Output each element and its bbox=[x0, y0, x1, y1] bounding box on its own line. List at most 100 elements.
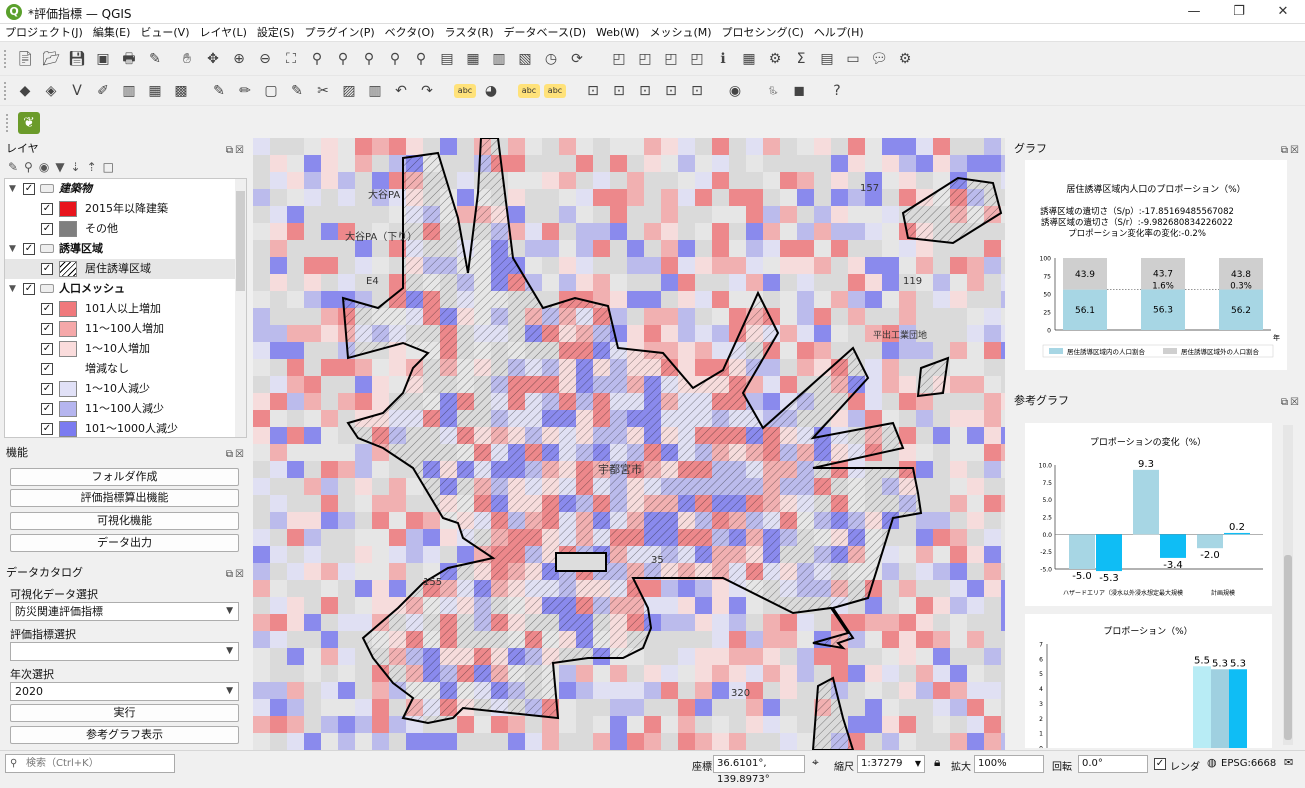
legend-item-row[interactable]: ✓1～10人増加 bbox=[5, 339, 235, 359]
visualize-button[interactable]: 可視化機能 bbox=[10, 512, 239, 530]
scale-field[interactable]: 1:37279▼ bbox=[857, 755, 925, 773]
layer-visibility-checkbox[interactable]: ✓ bbox=[23, 283, 35, 295]
new-project-icon[interactable]: 📄︎ bbox=[14, 48, 36, 70]
zoom-selection-icon[interactable]: ⚲ bbox=[306, 48, 328, 70]
toolbar-tool-icon[interactable]: ✐ bbox=[92, 80, 114, 102]
spatial-bookmark-icon[interactable]: ⚙ bbox=[894, 48, 916, 70]
toolbar-tool-icon[interactable]: ◼ bbox=[788, 80, 810, 102]
bookmark-icon[interactable]: ▦ bbox=[462, 48, 484, 70]
show-bookmarks-icon[interactable]: ▥ bbox=[488, 48, 510, 70]
create-folder-button[interactable]: フォルダ作成 bbox=[10, 468, 239, 486]
menu-database[interactable]: データベース(D) bbox=[499, 24, 592, 42]
temporal-icon[interactable]: ▧ bbox=[514, 48, 536, 70]
close-button[interactable]: ✕ bbox=[1261, 0, 1305, 24]
menu-view[interactable]: ビュー(V) bbox=[135, 24, 194, 42]
plugin-leaf-icon[interactable]: ❦ bbox=[18, 112, 40, 134]
save-project-icon[interactable]: 💾︎ bbox=[66, 48, 88, 70]
legend-visibility-checkbox[interactable]: ✓ bbox=[41, 223, 53, 235]
deselect-icon[interactable]: ◰ bbox=[660, 48, 682, 70]
menu-vector[interactable]: ベクタ(O) bbox=[380, 24, 440, 42]
toolbar-tool-icon[interactable]: ↶ bbox=[390, 80, 412, 102]
sum-icon[interactable]: Σ bbox=[790, 48, 812, 70]
new-map-view-icon[interactable]: ▤ bbox=[436, 48, 458, 70]
legend-visibility-checkbox[interactable]: ✓ bbox=[41, 403, 53, 415]
zoom-layer-icon[interactable]: ⚲ bbox=[332, 48, 354, 70]
table-icon[interactable]: ▤ bbox=[816, 48, 838, 70]
toolbar-grip[interactable] bbox=[4, 82, 8, 100]
toolbar-grip[interactable] bbox=[4, 50, 8, 68]
toolbar-tool-icon[interactable]: ▩ bbox=[170, 80, 192, 102]
expand-toggle-icon[interactable]: ▼ bbox=[9, 239, 16, 259]
map-canvas[interactable]: 大谷PA 大谷PA（下り） 宇都宮市 E4 157 119 155 320 35… bbox=[253, 138, 1005, 750]
magnifier-field[interactable]: 100% bbox=[974, 755, 1044, 773]
layer-group-row[interactable]: ▼✓人口メッシュ bbox=[5, 279, 235, 299]
menu-edit[interactable]: 編集(E) bbox=[88, 24, 136, 42]
show-ref-graph-button[interactable]: 参考グラフ表示 bbox=[10, 726, 239, 744]
layer-group-row[interactable]: ▼✓建築物 bbox=[5, 179, 235, 199]
globe-icon[interactable]: ◍ bbox=[1207, 756, 1217, 769]
menu-mesh[interactable]: メッシュ(M) bbox=[644, 24, 716, 42]
zoom-in-icon[interactable]: ⊕ bbox=[228, 48, 250, 70]
zoom-native-icon[interactable]: ⚲ bbox=[358, 48, 380, 70]
legend-visibility-checkbox[interactable]: ✓ bbox=[41, 203, 53, 215]
viz-data-select[interactable]: 防災関連評価指標▼ bbox=[10, 602, 239, 621]
pan-to-selection-icon[interactable]: ✥ bbox=[202, 48, 224, 70]
toolbar-tool-icon[interactable]: ▨ bbox=[338, 80, 360, 102]
zoom-full-icon[interactable]: ⛶ bbox=[280, 48, 302, 70]
toolbar-tool-icon[interactable]: ◆ bbox=[14, 80, 36, 102]
layer-tree-scrollbar[interactable] bbox=[235, 179, 246, 437]
legend-visibility-checkbox[interactable]: ✓ bbox=[41, 303, 53, 315]
zoom-last-icon[interactable]: ⚲ bbox=[384, 48, 406, 70]
legend-item-row[interactable]: ✓増減なし bbox=[5, 359, 235, 379]
select-icon[interactable]: ◰ bbox=[608, 48, 630, 70]
legend-visibility-checkbox[interactable]: ✓ bbox=[41, 383, 53, 395]
run-button[interactable]: 実行 bbox=[10, 704, 239, 722]
toolbar-tool-icon[interactable]: ▥ bbox=[118, 80, 140, 102]
toolbar-tool-icon[interactable]: ▥ bbox=[364, 80, 386, 102]
toolbar-tool-icon[interactable]: ⊡ bbox=[608, 80, 630, 102]
toolbar-tool-icon[interactable]: ? bbox=[826, 80, 848, 102]
layer-visibility-checkbox[interactable]: ✓ bbox=[23, 243, 35, 255]
pan-icon[interactable]: ✋︎ bbox=[176, 48, 198, 70]
toolbar-tool-icon[interactable]: ◈ bbox=[40, 80, 62, 102]
menu-processing[interactable]: プロセシング(C) bbox=[717, 24, 809, 42]
open-project-icon[interactable]: 📂︎ bbox=[40, 48, 62, 70]
panel-float-close-icons[interactable]: ⧉☒ bbox=[226, 142, 246, 160]
legend-item-row[interactable]: ✓1～10人減少 bbox=[5, 379, 235, 399]
legend-item-row[interactable]: ✓居住誘導区域 bbox=[5, 259, 235, 279]
legend-visibility-checkbox[interactable]: ✓ bbox=[41, 423, 53, 435]
legend-item-row[interactable]: ✓その他 bbox=[5, 219, 235, 239]
legend-item-row[interactable]: ✓11～100人減少 bbox=[5, 399, 235, 419]
toolbar-tool-icon[interactable]: ✂ bbox=[312, 80, 334, 102]
annotation-icon[interactable]: 💬︎ bbox=[868, 48, 890, 70]
panel-float-close-icons[interactable]: ⧉☒ bbox=[1281, 142, 1301, 160]
toolbar-tool-icon[interactable]: ⊡ bbox=[660, 80, 682, 102]
layer-group-row[interactable]: ▼✓誘導区域 bbox=[5, 239, 235, 259]
expression-icon[interactable]: ◰ bbox=[686, 48, 708, 70]
legend-visibility-checkbox[interactable]: ✓ bbox=[41, 363, 53, 375]
render-checkbox[interactable]: ✓ bbox=[1154, 758, 1166, 770]
toolbar-tool-icon[interactable]: ◉ bbox=[724, 80, 746, 102]
toolbar-tool-icon[interactable]: ✎ bbox=[286, 80, 308, 102]
menu-help[interactable]: ヘルプ(H) bbox=[809, 24, 869, 42]
zoom-out-icon[interactable]: ⊖ bbox=[254, 48, 276, 70]
crs-button[interactable]: EPSG:6668 bbox=[1221, 758, 1276, 769]
toolbar-tool-icon[interactable]: V bbox=[66, 80, 88, 102]
toolbar-tool-icon[interactable]: 🐍︎ bbox=[762, 80, 784, 102]
menu-layer[interactable]: レイヤ(L) bbox=[194, 24, 251, 42]
style-icon[interactable]: ✎ bbox=[144, 48, 166, 70]
legend-visibility-checkbox[interactable]: ✓ bbox=[41, 323, 53, 335]
panel-float-close-icons[interactable]: ⧉☒ bbox=[226, 566, 246, 584]
toolbar-tool-icon[interactable]: ↷ bbox=[416, 80, 438, 102]
toolbar-tool-icon[interactable]: ◕ bbox=[480, 80, 502, 102]
expand-toggle-icon[interactable]: ▼ bbox=[9, 279, 16, 299]
locator-search-input[interactable]: ⚲ 検索（Ctrl+K） bbox=[5, 754, 175, 773]
zoom-next-icon[interactable]: ⚲ bbox=[410, 48, 432, 70]
toolbar-tool-icon[interactable]: ▢ bbox=[260, 80, 282, 102]
measure-icon[interactable]: ▭ bbox=[842, 48, 864, 70]
menu-plugins[interactable]: プラグイン(P) bbox=[299, 24, 379, 42]
legend-item-row[interactable]: ✓101人以上増加 bbox=[5, 299, 235, 319]
menu-settings[interactable]: 設定(S) bbox=[252, 24, 300, 42]
year-select[interactable]: 2020▼ bbox=[10, 682, 239, 701]
toolbar-tool-icon[interactable]: ▦ bbox=[144, 80, 166, 102]
